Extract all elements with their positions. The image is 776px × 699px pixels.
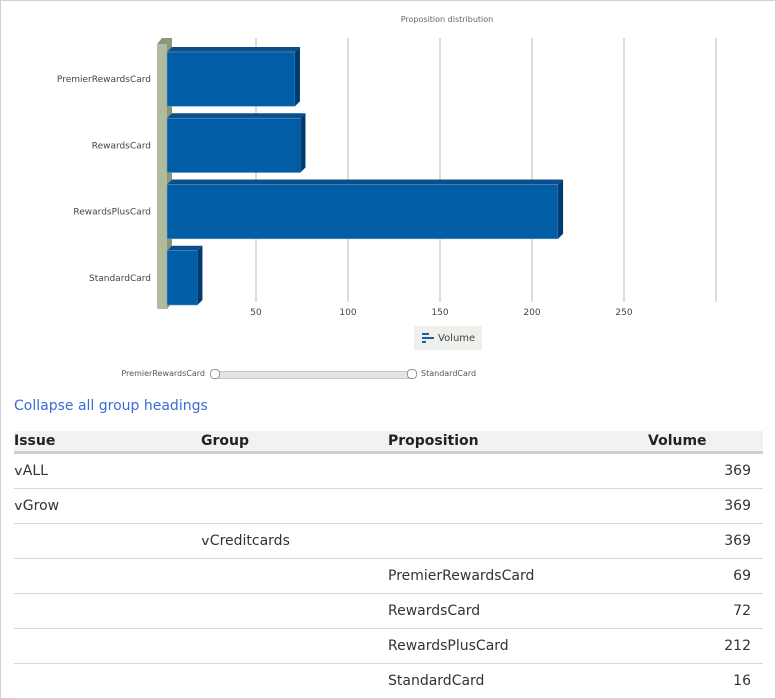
- range-end-handle[interactable]: [407, 369, 417, 379]
- cell-group: ∨Creditcards: [200, 523, 388, 559]
- cell-proposition-text: StandardCard: [388, 673, 485, 689]
- cell-volume: 369: [648, 452, 763, 489]
- cell-issue: [14, 628, 201, 664]
- cell-proposition-text: PremierRewardsCard: [388, 568, 535, 584]
- cell-group: [201, 628, 388, 664]
- table-row[interactable]: StandardCard 16: [14, 663, 763, 699]
- cell-issue: ∨ALL: [13, 452, 201, 489]
- category-labels: PremierRewardsCard RewardsCard RewardsPlus…: [57, 75, 151, 284]
- bar: [166, 245, 203, 306]
- table-header-row: Issue Group Proposition Volume: [14, 431, 763, 454]
- cell-group-text: Creditcards: [209, 533, 290, 549]
- bar: [166, 179, 564, 240]
- range-start-label: PremierRewardsCard: [121, 369, 205, 378]
- tick-labels: 50 100 150 200 250: [250, 308, 633, 318]
- bar-front-face: [166, 184, 559, 240]
- bar-top-face: [167, 46, 300, 52]
- bar-side-face: [300, 113, 306, 173]
- cell-proposition: RewardsPlusCard: [388, 628, 648, 664]
- table-row[interactable]: RewardsCard 72: [14, 593, 763, 629]
- bar-side-face: [558, 179, 564, 239]
- bar: [166, 46, 300, 107]
- cell-group: [201, 558, 388, 594]
- wall-face: [157, 44, 167, 309]
- category-label: PremierRewardsCard: [57, 75, 151, 85]
- chevron-down-icon[interactable]: ∨: [200, 534, 211, 548]
- category-label: RewardsPlusCard: [73, 208, 151, 218]
- table-row[interactable]: RewardsPlusCard 212: [14, 628, 763, 664]
- cell-group: [201, 593, 388, 629]
- chevron-down-icon[interactable]: ∨: [13, 499, 24, 513]
- range-end-label: StandardCard: [421, 369, 477, 378]
- column-header-issue[interactable]: Issue: [14, 431, 201, 454]
- table-row[interactable]: ∨Grow 369: [13, 488, 763, 524]
- bar-front-face: [166, 250, 198, 306]
- table-row[interactable]: ∨Creditcards 369: [14, 523, 763, 559]
- range-selector: PremierRewardsCard StandardCard: [0, 366, 776, 384]
- cell-proposition-text: RewardsCard: [388, 603, 481, 619]
- cell-proposition-text: RewardsPlusCard: [388, 638, 509, 654]
- bar-chart: Proposition distribution PremierRewardsC…: [57, 15, 717, 318]
- data-table: Issue Group Proposition Volume ∨ALL 369 ∨G…: [13, 431, 763, 699]
- gridlines: [255, 38, 717, 302]
- category-label: RewardsCard: [92, 141, 151, 151]
- range-track[interactable]: [212, 371, 414, 379]
- bars: [166, 46, 564, 306]
- bar-front-face: [166, 51, 296, 107]
- bar-top-face: [167, 113, 306, 119]
- column-header-group[interactable]: Group: [201, 431, 388, 454]
- x-tick-label: 100: [339, 308, 356, 318]
- column-header-volume[interactable]: Volume: [648, 431, 763, 454]
- category-label: StandardCard: [89, 274, 151, 284]
- cell-proposition: [388, 488, 648, 524]
- bar-top-face: [167, 245, 203, 251]
- cell-proposition: [388, 452, 648, 489]
- bar-side-face: [294, 46, 300, 107]
- cell-volume: 369: [648, 488, 763, 524]
- bar: [166, 113, 306, 173]
- x-tick-label: 200: [523, 308, 540, 318]
- bar-chart-icon: [422, 333, 434, 343]
- table-row[interactable]: ∨ALL 369: [13, 452, 763, 489]
- cell-proposition: PremierRewardsCard: [388, 558, 648, 594]
- range-start-handle[interactable]: [210, 369, 220, 379]
- cell-proposition: RewardsCard: [388, 593, 648, 629]
- bar-top-face: [167, 179, 564, 185]
- x-tick-label: 150: [431, 308, 448, 318]
- table-row[interactable]: PremierRewardsCard 69: [14, 558, 763, 594]
- chart-title: Proposition distribution: [401, 15, 494, 24]
- legend-label: Volume: [438, 332, 476, 344]
- cell-volume: 16: [648, 663, 763, 699]
- cell-volume: 72: [648, 593, 763, 629]
- chevron-down-icon[interactable]: ∨: [13, 464, 24, 478]
- cell-volume: 212: [648, 628, 763, 664]
- cell-group: [201, 452, 388, 489]
- cell-issue: ∨Grow: [13, 488, 201, 524]
- cell-proposition: [388, 523, 648, 559]
- bar-side-face: [197, 245, 203, 306]
- cell-issue: [14, 663, 201, 699]
- collapse-all-link[interactable]: Collapse all group headings: [14, 398, 208, 414]
- cell-issue: [14, 593, 201, 629]
- cell-issue-text: Grow: [22, 498, 60, 514]
- legend-item-volume[interactable]: Volume: [414, 326, 482, 350]
- column-header-proposition[interactable]: Proposition: [388, 431, 648, 454]
- cell-group: [201, 663, 388, 699]
- bar-front-face: [166, 117, 301, 173]
- cell-volume: 69: [648, 558, 763, 594]
- cell-issue: [14, 523, 201, 559]
- cell-issue: [14, 558, 201, 594]
- x-tick-label: 50: [250, 308, 262, 318]
- cell-volume: 369: [648, 523, 763, 559]
- x-tick-label: 250: [615, 308, 632, 318]
- cell-issue-text: ALL: [22, 463, 48, 479]
- cell-proposition: StandardCard: [388, 663, 648, 699]
- cell-group: [201, 488, 388, 524]
